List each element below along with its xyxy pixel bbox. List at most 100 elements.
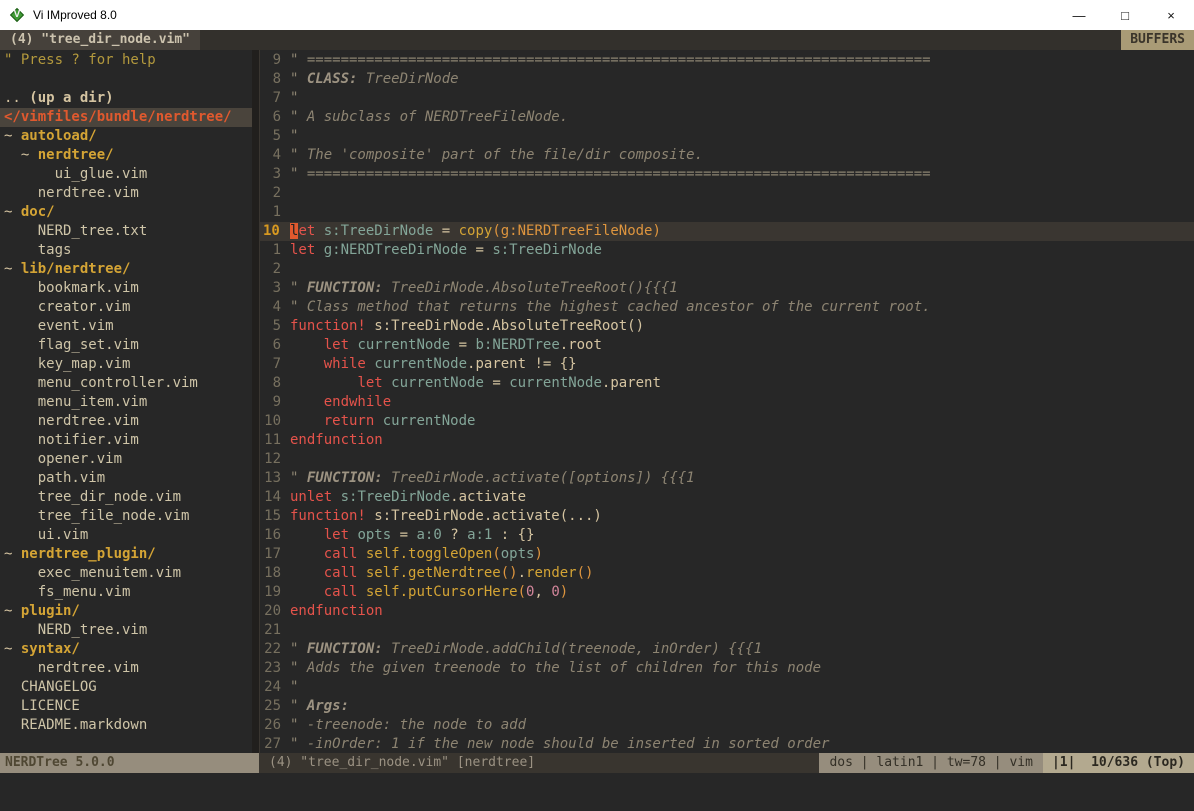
nerdtree-panel[interactable]: " Press ? for help .. (up a dir)</vimfile…	[0, 50, 252, 753]
code-line[interactable]: 6" A subclass of NERDTreeFileNode.	[260, 108, 1194, 127]
code-token: a:0	[416, 527, 441, 543]
tree-item-dir[interactable]: ~ autoload/	[0, 127, 252, 146]
tree-item-file[interactable]: NERD_tree.txt	[0, 222, 252, 241]
code-token	[290, 375, 357, 391]
code-token: (g:NERDTreeFileNode)	[492, 223, 661, 239]
tab-tree-dir-node[interactable]: (4) "tree_dir_node.vim"	[0, 30, 200, 50]
maximize-button[interactable]: □	[1102, 0, 1148, 30]
command-line[interactable]	[0, 773, 1194, 811]
tree-item-file[interactable]: ui_glue.vim	[0, 165, 252, 184]
tree-item-file[interactable]: notifier.vim	[0, 431, 252, 450]
tree-item-file[interactable]: exec_menuitem.vim	[0, 564, 252, 583]
code-token: .root	[560, 337, 602, 353]
code-line[interactable]: 10 return currentNode	[260, 412, 1194, 431]
editor-buffer[interactable]: 9" =====================================…	[260, 50, 1194, 753]
tree-item-file[interactable]: NERD_tree.vim	[0, 621, 252, 640]
tree-item-dir[interactable]: ~ lib/nerdtree/	[0, 260, 252, 279]
tree-item-file[interactable]: ui.vim	[0, 526, 252, 545]
close-button[interactable]: ×	[1148, 0, 1194, 30]
code-line[interactable]: 1	[260, 203, 1194, 222]
code-line[interactable]: 21	[260, 621, 1194, 640]
tree-item-file[interactable]: opener.vim	[0, 450, 252, 469]
code-line[interactable]: 14unlet s:TreeDirNode.activate	[260, 488, 1194, 507]
tree-item-file[interactable]: nerdtree.vim	[0, 184, 252, 203]
line-number: 2	[260, 184, 290, 203]
code-line[interactable]: 8 let currentNode = currentNode.parent	[260, 374, 1194, 393]
tree-item-file[interactable]: LICENCE	[0, 697, 252, 716]
code-line[interactable]: 23" Adds the given treenode to the list …	[260, 659, 1194, 678]
line-number: 23	[260, 659, 290, 678]
code-line[interactable]: 1let g:NERDTreeDirNode = s:TreeDirNode	[260, 241, 1194, 260]
titlebar: V Vi IMproved 8.0 — □ ×	[0, 0, 1194, 30]
line-number: 15	[260, 507, 290, 526]
tree-item-text: notifier.vim	[4, 432, 139, 448]
tree-item-file[interactable]: menu_item.vim	[0, 393, 252, 412]
code-line[interactable]: 5"	[260, 127, 1194, 146]
code-line[interactable]: 4" The 'composite' part of the file/dir …	[260, 146, 1194, 165]
tree-item-file[interactable]: tree_file_node.vim	[0, 507, 252, 526]
code-line[interactable]: 18 call self.getNerdtree().render()	[260, 564, 1194, 583]
code-line[interactable]: 3" FUNCTION: TreeDirNode.AbsoluteTreeRoo…	[260, 279, 1194, 298]
code-line[interactable]: 25" Args:	[260, 697, 1194, 716]
code-text: "	[290, 678, 298, 697]
minimize-button[interactable]: —	[1056, 0, 1102, 30]
code-line[interactable]: 7 while currentNode.parent != {}	[260, 355, 1194, 374]
tree-item-file[interactable]: fs_menu.vim	[0, 583, 252, 602]
code-line[interactable]: 26" -treenode: the node to add	[260, 716, 1194, 735]
tree-item-file[interactable]: creator.vim	[0, 298, 252, 317]
code-line[interactable]: 2	[260, 260, 1194, 279]
code-line[interactable]: 12	[260, 450, 1194, 469]
tree-item-file[interactable]: tags	[0, 241, 252, 260]
tree-item-help[interactable]: " Press ? for help	[0, 51, 252, 70]
tree-item-root[interactable]: </vimfiles/bundle/nerdtree/	[0, 108, 252, 127]
tree-item-dir[interactable]: ~ nerdtree/	[0, 146, 252, 165]
line-number: 9	[260, 51, 290, 70]
code-line[interactable]: 4" Class method that returns the highest…	[260, 298, 1194, 317]
code-line[interactable]: 24"	[260, 678, 1194, 697]
tree-item-dir[interactable]: ~ plugin/	[0, 602, 252, 621]
code-line[interactable]: 13" FUNCTION: TreeDirNode.activate([opti…	[260, 469, 1194, 488]
code-line[interactable]: 22" FUNCTION: TreeDirNode.addChild(treen…	[260, 640, 1194, 659]
tree-item-file[interactable]: menu_controller.vim	[0, 374, 252, 393]
tree-item-file[interactable]: nerdtree.vim	[0, 659, 252, 678]
code-line[interactable]: 19 call self.putCursorHere(0, 0)	[260, 583, 1194, 602]
code-line[interactable]: 8" CLASS: TreeDirNode	[260, 70, 1194, 89]
code-text: unlet s:TreeDirNode.activate	[290, 488, 526, 507]
tree-item-dir[interactable]: ~ doc/	[0, 203, 252, 222]
code-line[interactable]: 15function! s:TreeDirNode.activate(...)	[260, 507, 1194, 526]
code-line[interactable]: 11endfunction	[260, 431, 1194, 450]
code-line[interactable]: 16 let opts = a:0 ? a:1 : {}	[260, 526, 1194, 545]
code-line[interactable]: 5function! s:TreeDirNode.AbsoluteTreeRoo…	[260, 317, 1194, 336]
code-line[interactable]: 17 call self.toggleOpen(opts)	[260, 545, 1194, 564]
tree-item-file[interactable]: nerdtree.vim	[0, 412, 252, 431]
tabline-fill	[200, 30, 1121, 50]
line-number: 16	[260, 526, 290, 545]
tree-item-text: key_map.vim	[4, 356, 130, 372]
code-token: 0	[551, 584, 559, 600]
tree-item-text: creator.vim	[4, 299, 130, 315]
tree-item-dir[interactable]: ~ nerdtree_plugin/	[0, 545, 252, 564]
code-line[interactable]: 3" =====================================…	[260, 165, 1194, 184]
code-line[interactable]: 27" -inOrder: 1 if the new node should b…	[260, 735, 1194, 753]
code-line[interactable]: 9" =====================================…	[260, 51, 1194, 70]
code-line[interactable]: 2	[260, 184, 1194, 203]
code-line[interactable]: 6 let currentNode = b:NERDTree.root	[260, 336, 1194, 355]
tree-item-updir[interactable]: .. (up a dir)	[0, 89, 252, 108]
line-number: 7	[260, 89, 290, 108]
code-line[interactable]: 9 endwhile	[260, 393, 1194, 412]
vim-window: V Vi IMproved 8.0 — □ × (4) "tree_dir_no…	[0, 0, 1194, 811]
tree-item-file[interactable]: README.markdown	[0, 716, 252, 735]
tree-item-file[interactable]: event.vim	[0, 317, 252, 336]
tree-item-file[interactable]: CHANGELOG	[0, 678, 252, 697]
tree-item-file[interactable]: bookmark.vim	[0, 279, 252, 298]
code-token: " A subclass of NERDTreeFileNode.	[290, 109, 568, 125]
tree-item-file[interactable]: key_map.vim	[0, 355, 252, 374]
code-line[interactable]: 20endfunction	[260, 602, 1194, 621]
code-line[interactable]: 7"	[260, 89, 1194, 108]
tree-item-file[interactable]: tree_dir_node.vim	[0, 488, 252, 507]
vertical-split-handle[interactable]	[252, 50, 260, 753]
tree-item-file[interactable]: path.vim	[0, 469, 252, 488]
tree-item-file[interactable]: flag_set.vim	[0, 336, 252, 355]
tree-item-dir[interactable]: ~ syntax/	[0, 640, 252, 659]
code-line-current[interactable]: 10let s:TreeDirNode = copy(g:NERDTreeFil…	[260, 222, 1194, 241]
